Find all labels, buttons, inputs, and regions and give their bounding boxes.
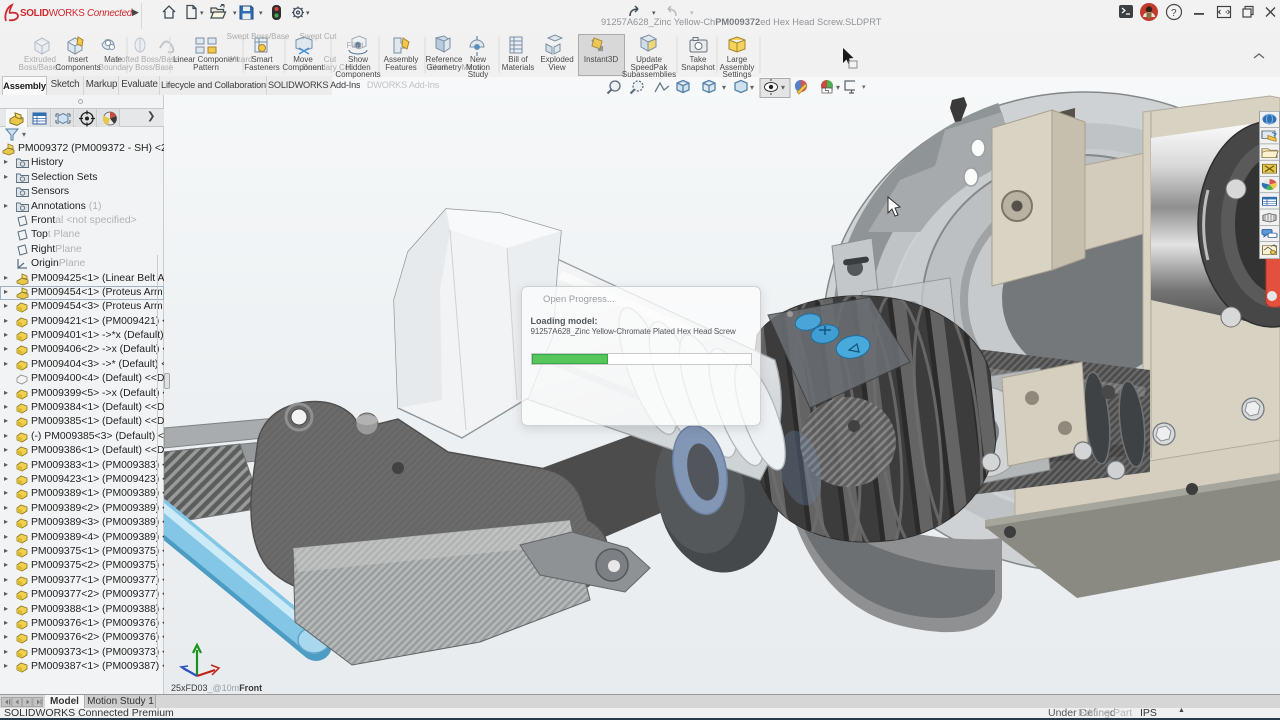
svg-text:▾: ▾ (750, 83, 754, 92)
svg-text:▾: ▾ (722, 83, 726, 92)
svg-text:?: ? (1171, 8, 1177, 19)
svg-text:▾: ▾ (781, 83, 785, 92)
svg-text:25xFD03_@10mFront: 25xFD03_@10mFront (171, 683, 262, 693)
svg-text:▾: ▾ (836, 83, 840, 92)
